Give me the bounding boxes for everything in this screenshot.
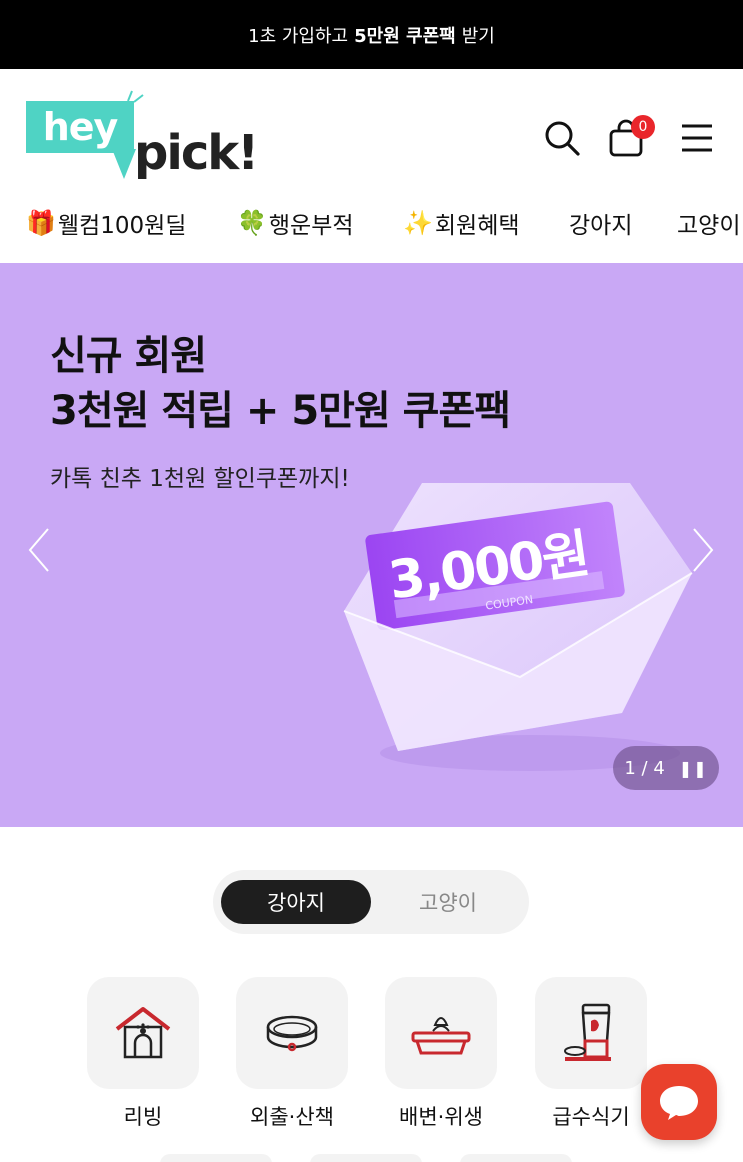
cart-count-badge: 0 <box>631 115 655 139</box>
category-label: 리빙 <box>123 1105 163 1129</box>
promo-text-before: 1초 가입하고 <box>248 25 349 47</box>
sparkles-icon: ✨ <box>403 209 433 237</box>
category-icon-box <box>385 977 497 1089</box>
category-outdoor-walk[interactable]: 외출·산책 <box>236 977 348 1129</box>
logo-pick: pick! <box>134 125 259 181</box>
pet-type-toggle: 강아지 고양이 <box>213 870 529 934</box>
dog-house-icon <box>115 1007 171 1059</box>
banner-pager[interactable]: 1 / 4 ❚❚ <box>613 746 719 790</box>
nav-item-label: 행운부적 <box>268 213 354 239</box>
chat-button[interactable] <box>641 1064 717 1140</box>
chat-bubble-icon <box>660 1086 698 1120</box>
category-feeder-waterer[interactable]: 급수식기 <box>535 977 647 1129</box>
promo-text-bold: 5만원 쿠폰팩 <box>354 25 456 47</box>
category-living[interactable]: 리빙 <box>87 977 199 1129</box>
nav-item-cat[interactable]: 고양이 <box>677 205 740 241</box>
hero-banner[interactable]: 신규 회원 3천원 적립 + 5만원 쿠폰팩 카톡 친추 1천원 할인쿠폰까지!… <box>0 263 743 827</box>
search-icon[interactable] <box>542 118 582 158</box>
category-nav: 🎁 웰컴100원딜 🍀 행운부적 ✨ 회원혜택 강아지 고양이 <box>0 197 743 263</box>
collar-icon <box>266 1015 318 1052</box>
nav-item-lucky-charm[interactable]: 🍀 행운부적 <box>237 205 354 241</box>
banner-subtitle: 카톡 친추 1천원 할인쿠폰까지! <box>50 466 350 492</box>
nav-item-member-benefits[interactable]: ✨ 회원혜택 <box>403 205 520 241</box>
promo-text-after: 받기 <box>461 25 495 47</box>
promo-bar[interactable]: 1초 가입하고 5만원 쿠폰팩 받기 <box>0 0 743 69</box>
pager-count: 1 / 4 <box>624 757 665 779</box>
category-icon-box <box>535 977 647 1089</box>
chevron-left-icon[interactable] <box>26 525 52 575</box>
logo[interactable]: hey pick! <box>26 89 266 191</box>
banner-line-1: 신규 회원 <box>50 333 207 379</box>
next-row-peek <box>160 1154 272 1162</box>
pause-icon[interactable]: ❚❚ <box>679 759 708 778</box>
category-icon-box <box>87 977 199 1089</box>
logo-tail <box>112 149 136 179</box>
clover-icon: 🍀 <box>237 209 267 237</box>
nav-item-welcome-deal[interactable]: 🎁 웰컴100원딜 <box>26 205 186 241</box>
next-row-peek <box>310 1154 422 1162</box>
next-row-peek <box>460 1154 572 1162</box>
category-label: 배변·위생 <box>399 1105 483 1129</box>
category-potty-hygiene[interactable]: 배변·위생 <box>385 977 497 1129</box>
nav-item-label: 고양이 <box>677 213 741 239</box>
nav-item-label: 웰컴100원딜 <box>57 213 187 239</box>
toggle-dog[interactable]: 강아지 <box>221 880 371 924</box>
coupon-envelope-illustration: 3,000원 COUPON <box>343 483 693 771</box>
category-label: 외출·산책 <box>250 1105 334 1129</box>
logo-hey: hey <box>26 101 134 153</box>
hamburger-menu-icon[interactable] <box>678 118 718 158</box>
nav-item-label: 강아지 <box>569 213 633 239</box>
header: hey pick! 0 <box>0 69 743 197</box>
nav-item-label: 회원혜택 <box>434 213 520 239</box>
nav-item-dog[interactable]: 강아지 <box>569 205 632 241</box>
water-dispenser-icon <box>564 1003 611 1061</box>
banner-line-2: 3천원 적립 + 5만원 쿠폰팩 <box>50 388 511 434</box>
gift-icon: 🎁 <box>26 209 56 237</box>
category-icon-box <box>236 977 348 1089</box>
litter-tray-icon <box>411 1017 471 1055</box>
toggle-cat[interactable]: 고양이 <box>373 880 523 924</box>
banner-headline: 신규 회원 3천원 적립 + 5만원 쿠폰팩 <box>50 329 511 439</box>
